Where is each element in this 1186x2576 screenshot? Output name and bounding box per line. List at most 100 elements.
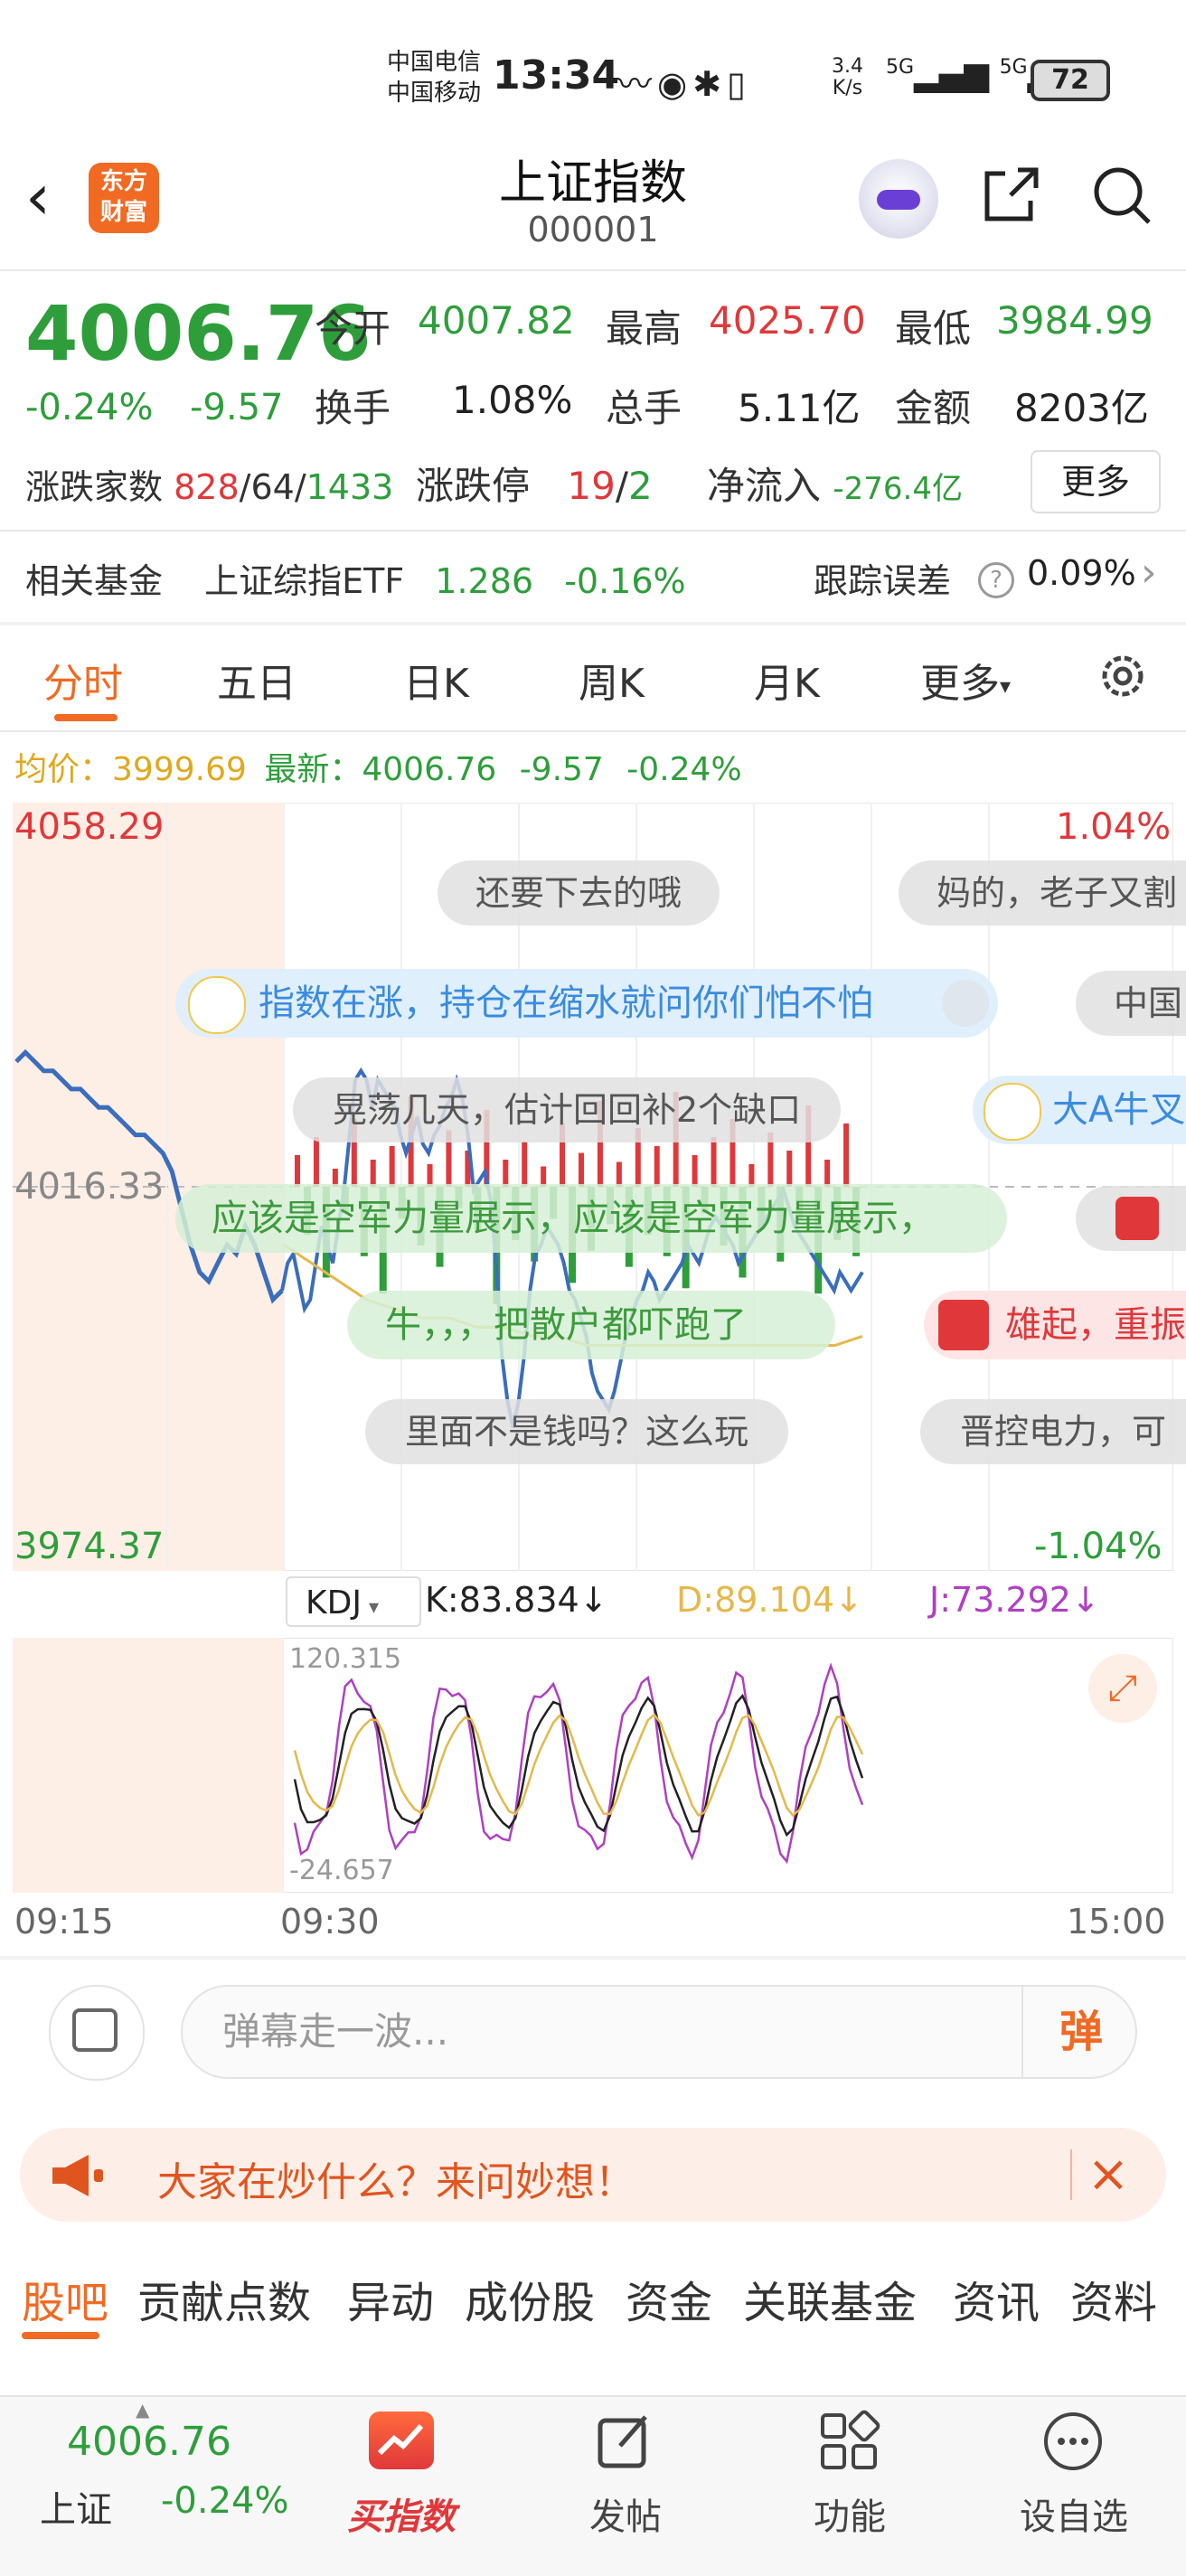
open-label: 今开 [315, 306, 391, 351]
volume-bar-up [579, 1152, 584, 1187]
tab-news[interactable]: 资讯 [953, 2267, 1040, 2330]
danmaku-bubble-vip[interactable]: 指数在涨，持仓在缩水就问你们怕不怕 [175, 969, 998, 1038]
kdj-j-value: J:73.292↓ [929, 1580, 1100, 1620]
tab-movement[interactable]: 异动 [347, 2267, 434, 2330]
signal-icon: ▂▄▆ [914, 56, 990, 93]
turnover-label: 换手 [315, 386, 391, 430]
danmaku-bubble[interactable]: 晋控电力，可 [920, 1399, 1186, 1464]
indicator-select[interactable]: KDJ ▾ [286, 1576, 421, 1627]
flag-icon [1115, 1197, 1159, 1240]
danmaku-bubble[interactable]: 妈的，老子又割 [899, 860, 1186, 926]
status-bar: 中国电信中国移动 13:34 〰◉✱▯ 3.4K/s 5G▂▄▆ 5G▂▄▆ 7… [0, 0, 1186, 154]
y-axis-top: 4058.29 [14, 806, 165, 848]
assistant-avatar-icon[interactable] [859, 159, 938, 239]
volume-label: 总手 [606, 386, 682, 430]
tab-guba[interactable]: 股吧 [22, 2267, 108, 2330]
pct-axis-bottom: -1.04% [1034, 1526, 1162, 1567]
share-icon[interactable] [978, 163, 1043, 228]
megaphone-icon [52, 2155, 103, 2196]
tab-daily-k[interactable]: 日K [403, 651, 469, 709]
volume-bar-up [692, 1155, 698, 1187]
danmaku-bubble[interactable]: 还要下去的哦 [438, 860, 720, 926]
volume-bar-up [389, 1146, 395, 1187]
caret-up-icon: ▲ [136, 2399, 150, 2421]
close-icon[interactable]: × [1072, 2139, 1144, 2211]
buy-index-icon[interactable] [369, 2411, 434, 2469]
tab-more[interactable]: 更多▾ [920, 651, 1011, 709]
danmaku-bubble[interactable] [1076, 1186, 1186, 1251]
related-fund-row[interactable]: 相关基金 上证综指ETF 1.286 -0.16% [25, 553, 686, 603]
volume-bar-up [786, 1151, 793, 1187]
danmaku-bubble[interactable]: 晃荡几天，估计回回补2个缺口 [293, 1077, 842, 1142]
danmaku-bubble-red[interactable]: 雄起，重振 [924, 1291, 1186, 1359]
status-icons: 〰◉✱▯ [617, 56, 751, 106]
breadth-row: 涨跌家数 828/64/1433 [25, 467, 394, 507]
danmaku-input[interactable]: 弹幕走一波... [181, 1985, 1137, 2079]
kdj-chart[interactable] [13, 1638, 1173, 1893]
tracking-error-value: 0.09% [1027, 553, 1136, 593]
volume-bar-up [503, 1160, 509, 1187]
volume-bar-up [313, 1137, 319, 1187]
volume-bar-up [616, 1161, 622, 1187]
eye-icon: ◉ [657, 64, 693, 104]
buy-index-button[interactable]: 买指数 [320, 2487, 483, 2540]
tab-capital[interactable]: 资金 [626, 2267, 712, 2330]
firecracker-icon [938, 1300, 989, 1350]
divider [0, 730, 1186, 732]
danmaku-bubble[interactable]: 中国 [1076, 971, 1186, 1036]
time-label-close: 15:00 [1067, 1902, 1166, 1941]
search-icon[interactable] [1089, 163, 1154, 228]
kdj-top: 120.315 [289, 1643, 402, 1675]
vibrate-icon: ▯ [727, 64, 751, 104]
caret-down-icon: ▾ [368, 1596, 379, 1619]
time-label-open: 09:30 [280, 1902, 380, 1941]
kdj-d-value: D:89.104↓ [676, 1580, 863, 1620]
emoji-icon [942, 980, 989, 1027]
chevron-right-icon: › [1141, 550, 1157, 596]
kdj-bottom: -24.657 [289, 1855, 394, 1886]
tab-monthly-k[interactable]: 月K [754, 651, 820, 709]
danmaku-bubble-vip[interactable]: 大A牛叉 [973, 1076, 1186, 1144]
function-button[interactable]: 功能 [768, 2487, 931, 2540]
more-button[interactable]: 更多 [1031, 450, 1161, 513]
divider [0, 1956, 1186, 1960]
y-axis-bottom: 3974.37 [14, 1526, 165, 1567]
more-dots-icon[interactable] [1041, 2410, 1105, 2473]
add-watchlist-button[interactable]: 设自选 [993, 2487, 1155, 2540]
danmaku-settings-icon[interactable] [49, 1985, 145, 2081]
tab-indicator [54, 714, 118, 721]
avg-latest-line: 均价：3999.69 最新：4006.76 -9.57 -0.24% [14, 751, 742, 788]
tab-intraday[interactable]: 分时 [43, 651, 123, 709]
volume-bar-up [295, 1155, 300, 1187]
danmaku-bubble[interactable]: 里面不是钱吗？这么玩 [365, 1399, 789, 1464]
rabbit-avatar-icon [188, 976, 246, 1034]
danmaku-bubble-green[interactable]: 应该是空军力量展示，应该是空军力量展示， [175, 1184, 1007, 1253]
tab-related-funds[interactable]: 关联基金 [743, 2267, 917, 2330]
edit-icon[interactable] [593, 2410, 656, 2473]
tab-weekly-k[interactable]: 周K [579, 651, 645, 709]
pct-axis-top: 1.04% [1056, 806, 1172, 848]
divider [0, 622, 1186, 625]
grid-icon[interactable] [817, 2410, 880, 2473]
gear-icon[interactable] [1094, 647, 1152, 705]
help-icon[interactable]: ? [978, 562, 1014, 598]
volume-bar-up [654, 1146, 660, 1187]
tab-contribution[interactable]: 贡献点数 [137, 2267, 311, 2330]
amount-label: 金额 [895, 386, 972, 430]
tab-components[interactable]: 成份股 [465, 2267, 595, 2330]
clock: 13:34 [493, 52, 620, 99]
net-inflow: 净流入 -276.4亿 [707, 464, 963, 508]
nfc-icon: 〰 [617, 64, 658, 104]
bluetooth-icon: ✱ [692, 64, 728, 104]
limit-row: 涨跌停 19/2 [416, 464, 653, 508]
danmaku-bubble-green[interactable]: 牛，，，把散户都吓跑了 [347, 1291, 835, 1359]
volume-value: 5.11亿 [738, 386, 861, 430]
danmaku-send-button[interactable]: 弹 [1021, 1985, 1139, 2079]
nav-change: -0.24% [161, 2480, 289, 2522]
rabbit-avatar-icon [984, 1083, 1041, 1141]
y-axis-mid: 4016.33 [14, 1166, 165, 1208]
tab-profile[interactable]: 资料 [1070, 2267, 1157, 2330]
tab-five-day[interactable]: 五日 [217, 651, 296, 709]
post-button[interactable]: 发帖 [544, 2487, 707, 2540]
expand-icon[interactable]: ⤢ [1088, 1654, 1157, 1723]
